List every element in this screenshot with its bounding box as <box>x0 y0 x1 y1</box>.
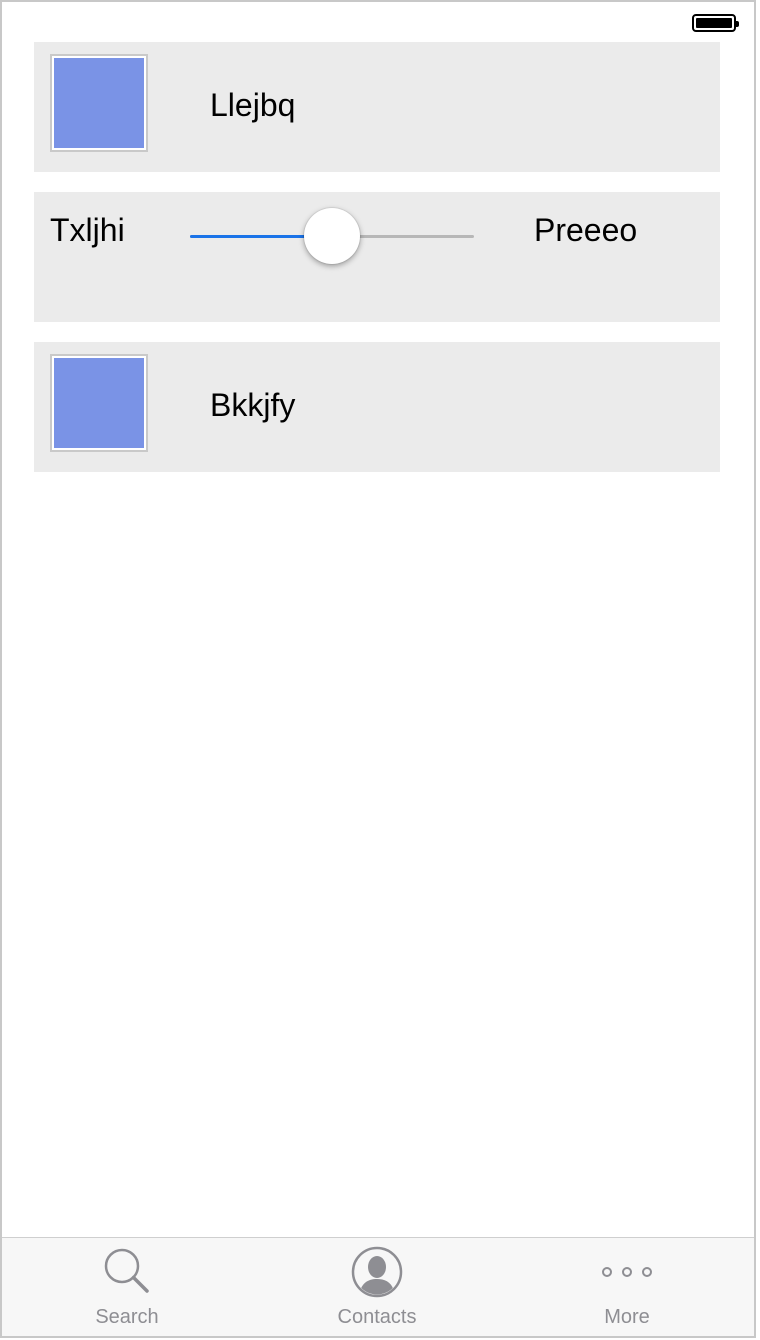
value-slider[interactable] <box>190 206 474 266</box>
slider-knob[interactable] <box>304 208 360 264</box>
list-item-label: Llejbq <box>210 87 296 123</box>
thumbnail-image <box>50 54 148 152</box>
tab-contacts[interactable]: Contacts <box>252 1238 502 1336</box>
battery-icon <box>692 14 739 32</box>
slider-row: Txljhi Preeeo <box>34 192 720 322</box>
thumbnail-image <box>50 354 148 452</box>
screen: Llejbq Txljhi Preeeo Bkkjfy Search Conta… <box>0 0 756 1338</box>
search-icon <box>104 1248 149 1293</box>
slider-min-label: Txljhi <box>50 212 125 248</box>
more-icon <box>602 1267 652 1277</box>
list-item[interactable]: Llejbq <box>34 42 720 172</box>
thumbnail-fill <box>54 58 144 148</box>
slider-max-label: Preeeo <box>534 212 638 248</box>
tab-search[interactable]: Search <box>2 1238 252 1336</box>
tab-bar: Search Contacts More <box>2 1237 754 1336</box>
contacts-icon <box>351 1246 403 1298</box>
thumbnail-fill <box>54 358 144 448</box>
tab-label: Contacts <box>337 1306 417 1328</box>
tab-label: More <box>604 1306 650 1328</box>
tab-more[interactable]: More <box>502 1238 752 1336</box>
list-item[interactable]: Bkkjfy <box>34 342 720 472</box>
tab-label: Search <box>95 1306 159 1328</box>
list-item-label: Bkkjfy <box>210 387 296 423</box>
